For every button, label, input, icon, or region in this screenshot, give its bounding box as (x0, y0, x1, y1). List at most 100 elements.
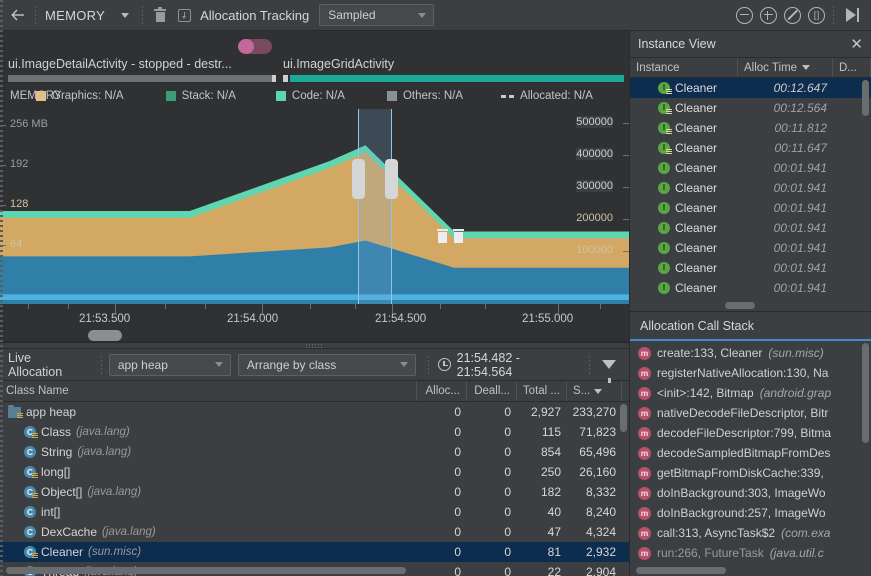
list-item[interactable]: ICleaner00:01.941 (630, 258, 871, 278)
class-package-text: (java.lang) (76, 426, 130, 438)
selection-handle-left[interactable] (352, 159, 365, 199)
frame-package-text: (sun.misc) (768, 346, 823, 360)
call-stack-frame[interactable]: mdecodeFileDescriptor:799, Bitma (630, 423, 871, 443)
column-header-dealloc-time[interactable]: D... (833, 58, 871, 77)
close-icon[interactable]: ✕ (850, 37, 863, 52)
call-stack-frame[interactable]: mcreate:133, Cleaner(sun.misc) (630, 343, 871, 363)
class-table-scrollbar[interactable] (620, 404, 627, 432)
arrange-select[interactable]: Arrange by class (238, 354, 416, 376)
zoom-in-button[interactable] (756, 3, 780, 27)
call-stack-frame[interactable]: mgetBitmapFromDiskCache:339, (630, 463, 871, 483)
gc-marker-2[interactable] (452, 229, 465, 243)
profiler-type-dropdown[interactable] (113, 3, 137, 27)
call-stack-frame[interactable]: mcall:313, AsyncTask$2(com.exa (630, 523, 871, 543)
column-header-instance[interactable]: Instance (630, 58, 738, 77)
list-item[interactable]: ICleaner00:01.941 (630, 158, 871, 178)
export-icon (178, 9, 191, 22)
legend-label-graphics: Graphics: N/A (52, 90, 124, 102)
call-stack-frame[interactable]: mdoInBackground:303, ImageWo (630, 483, 871, 503)
call-stack-frame[interactable]: mrun:266, FutureTask(java.util.c (630, 543, 871, 563)
call-stack-frame[interactable]: mnativeDecodeFileDescriptor, Bitr (630, 403, 871, 423)
range-selection[interactable] (358, 109, 392, 304)
zoom-out-button[interactable] (732, 3, 756, 27)
toolbar-separator-1 (35, 6, 36, 24)
time-axis[interactable]: 21:53.500 21:54.000 21:54.500 21:55.000 (0, 304, 629, 342)
frame-method-text: run:266, FutureTask (657, 546, 764, 560)
memory-chart[interactable]: 256 MB 192 128 64 500000 400000 300000 2… (0, 109, 629, 304)
allocation-tracking-select[interactable]: Sampled (319, 4, 434, 26)
delete-capture-button[interactable] (148, 3, 172, 27)
table-row[interactable]: CString(java.lang)0085465,496 (0, 442, 629, 462)
call-stack-frame[interactable]: mdoInBackground:257, ImageWo (630, 503, 871, 523)
event-timeline[interactable]: ui.ImageDetailActivity - stopped - destr… (0, 31, 629, 83)
back-button[interactable] (6, 3, 30, 27)
zoom-to-fit-button[interactable]: [ ] (804, 3, 828, 27)
list-item[interactable]: ICleaner00:01.941 (630, 198, 871, 218)
list-item[interactable]: ICleaner00:12.564 (630, 98, 871, 118)
column-header-allocations[interactable]: Alloc... (417, 381, 467, 401)
column-header-class-name[interactable]: Class Name (0, 381, 417, 401)
column-header-shallow-size-label: S... (573, 385, 590, 397)
time-minor-tick (440, 304, 441, 309)
horizontal-splitter[interactable] (0, 342, 629, 349)
table-row[interactable]: app heap002,927233,270 (0, 402, 629, 422)
activity-bar-0-end (272, 75, 276, 82)
instance-name-cell: ICleaner (630, 221, 738, 235)
selection-handle-right[interactable] (385, 159, 398, 199)
class-name-text: long[] (41, 465, 70, 479)
column-header-total-count[interactable]: Total ... (517, 381, 567, 401)
table-row[interactable]: Clong[]0025026,160 (0, 462, 629, 482)
call-stack-list[interactable]: mcreate:133, Cleaner(sun.misc)mregisterN… (630, 341, 871, 576)
instance-list-hscrollbar[interactable] (725, 302, 755, 309)
shallow-size-cell: 8,332 (567, 485, 622, 499)
column-header-deallocations[interactable]: Deall... (467, 381, 517, 401)
table-row[interactable]: CClass(java.lang)0011571,823 (0, 422, 629, 442)
call-stack-hscrollbar[interactable] (636, 567, 726, 574)
list-item[interactable]: ICleaner00:11.647 (630, 138, 871, 158)
instance-list[interactable]: ICleaner00:12.647ICleaner00:12.564IClean… (630, 78, 871, 311)
export-capture-button[interactable] (172, 3, 196, 27)
class-name-text: DexCache (41, 525, 97, 539)
reset-zoom-button[interactable] (780, 3, 804, 27)
call-stack-frame[interactable]: mregisterNativeAllocation:130, Na (630, 363, 871, 383)
alloc-time-cell: 00:01.941 (738, 221, 833, 235)
instance-name-cell: ICleaner (630, 241, 738, 255)
call-stack-frame[interactable]: m<init>:142, Bitmap(android.grap (630, 383, 871, 403)
column-header-shallow-size[interactable]: S... (567, 381, 622, 401)
list-item[interactable]: ICleaner00:01.941 (630, 278, 871, 298)
gc-marker-1[interactable] (436, 229, 449, 243)
timeline-scroll-thumb[interactable] (88, 330, 122, 341)
list-item[interactable]: ICleaner00:01.941 (630, 178, 871, 198)
instance-name-text: Cleaner (675, 81, 717, 95)
vertical-splitter[interactable] (0, 0, 3, 576)
filter-button[interactable] (597, 353, 621, 377)
deallocations-cell: 0 (467, 405, 517, 419)
class-icon: C (24, 426, 36, 438)
table-row[interactable]: CObject[](java.lang)001828,332 (0, 482, 629, 502)
time-minor-tick (165, 304, 166, 309)
list-item[interactable]: ICleaner00:01.941 (630, 218, 871, 238)
class-table-body[interactable]: app heap002,927233,270CClass(java.lang)0… (0, 402, 629, 576)
column-header-alloc-time[interactable]: Alloc Time (738, 58, 833, 77)
instance-icon: I (658, 182, 670, 194)
allocations-cell: 0 (417, 525, 467, 539)
class-table-hscrollbar[interactable] (6, 567, 406, 574)
table-row[interactable]: Cint[]00408,240 (0, 502, 629, 522)
list-item[interactable]: ICleaner00:12.647 (630, 78, 871, 98)
list-item[interactable]: ICleaner00:11.812 (630, 118, 871, 138)
instance-list-scrollbar[interactable] (862, 80, 869, 116)
deallocations-cell: 0 (467, 525, 517, 539)
jump-to-end-button[interactable] (839, 3, 865, 27)
legend-title: MEMORY (10, 90, 62, 102)
call-stack-scrollbar[interactable] (862, 343, 869, 443)
call-stack-frame[interactable]: mdecodeSampledBitmapFromDes (630, 443, 871, 463)
activity-label-0: ui.ImageDetailActivity - stopped - destr… (8, 57, 232, 71)
alloc-separator-1 (101, 356, 102, 374)
allocations-cell: 0 (417, 505, 467, 519)
table-row[interactable]: CCleaner(sun.misc)00812,932 (0, 542, 629, 562)
total-count-cell: 182 (517, 485, 567, 499)
list-item[interactable]: ICleaner00:01.941 (630, 238, 871, 258)
call-stack-header: Allocation Call Stack (630, 311, 871, 341)
table-row[interactable]: CDexCache(java.lang)00474,324 (0, 522, 629, 542)
heap-select[interactable]: app heap (109, 354, 231, 376)
